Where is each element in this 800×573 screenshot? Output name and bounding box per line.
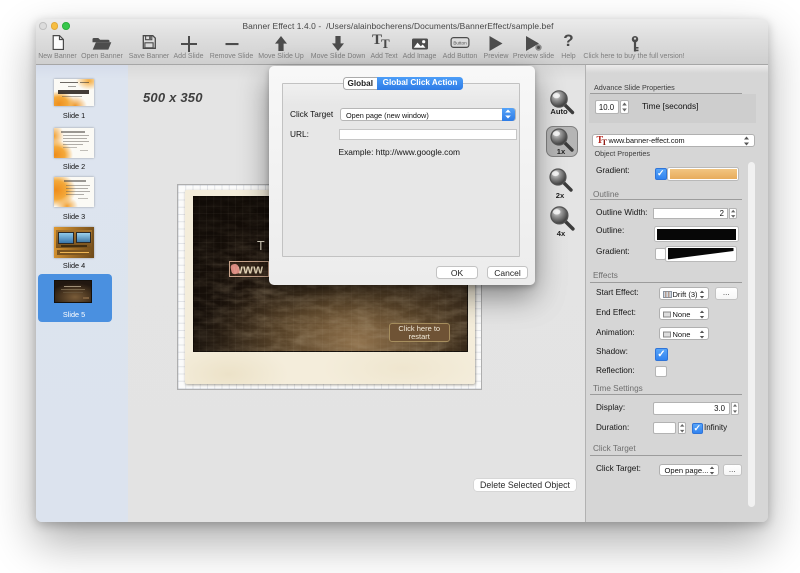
svg-text:T: T [257,239,265,253]
svg-text:Button: Button [453,40,467,45]
